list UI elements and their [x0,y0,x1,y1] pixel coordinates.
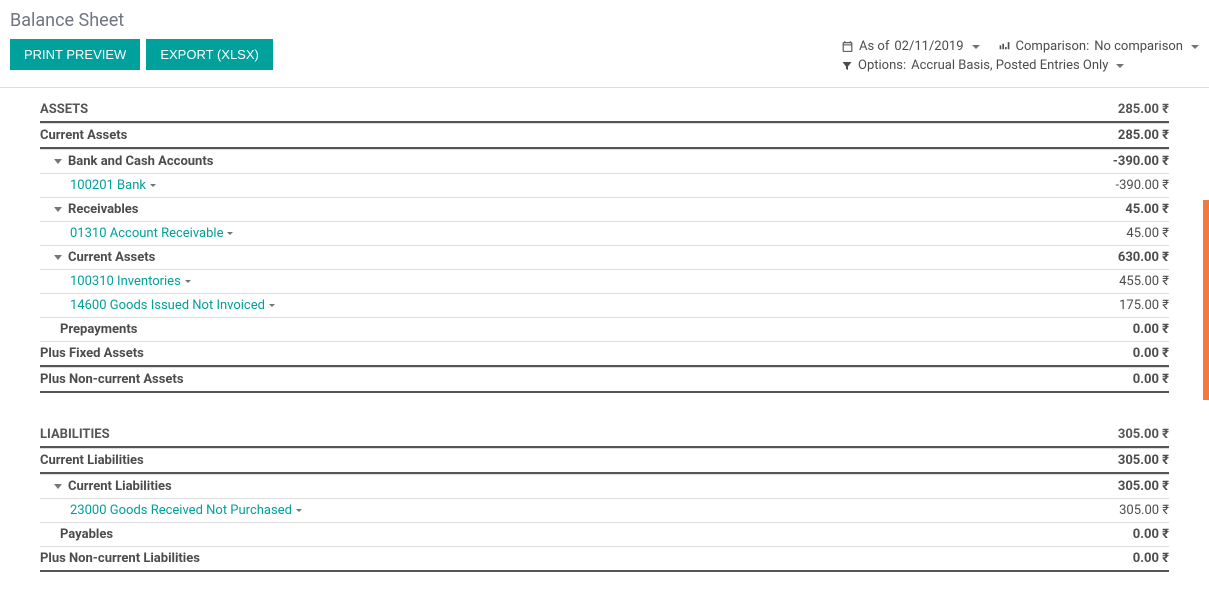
payables-row: Payables 0.00 ₹ [40,522,1169,546]
receivables-row[interactable]: Receivables 45.00 ₹ [40,197,1169,221]
inventories-value: 455.00 ₹ [1119,274,1169,289]
receivables-label: Receivables [68,202,138,217]
prepayments-label: Prepayments [40,322,137,337]
receivables-value: 45.00 ₹ [1125,202,1169,217]
payables-value: 0.00 ₹ [1133,527,1169,542]
bank-cash-label: Bank and Cash Accounts [68,154,213,169]
noncurrent-assets-row: Plus Non-current Assets 0.00 ₹ [40,367,1169,393]
bank-link[interactable]: 100201 Bank [70,178,146,193]
calendar-icon [841,39,854,54]
fixed-assets-row: Plus Fixed Assets 0.00 ₹ [40,341,1169,367]
options-filter[interactable]: Options: Accrual Basis, Posted Entries O… [841,58,1124,73]
asof-date: 02/11/2019 [894,39,963,54]
current-liab-group-label: Current Liabilities [68,479,172,494]
chevron-down-icon [1191,45,1199,49]
prepayments-value: 0.00 ₹ [1133,322,1169,337]
noncurrent-liab-value: 0.00 ₹ [1133,551,1169,566]
chevron-down-icon [227,232,233,235]
goods-received-row[interactable]: 23000 Goods Received Not Purchased 305.0… [40,498,1169,522]
chevron-down-icon [972,45,980,49]
comparison-prefix: Comparison: [1016,39,1090,54]
chevron-down-icon[interactable] [54,255,62,260]
inventories-row[interactable]: 100310 Inventories 455.00 ₹ [40,269,1169,293]
current-assets-header-row: Current Assets 285.00 ₹ [40,123,1169,149]
current-assets-group-label: Current Assets [68,250,155,265]
scrollbar-indicator[interactable] [1203,200,1209,400]
account-receivable-value: 45.00 ₹ [1126,226,1169,241]
export-xlsx-button[interactable]: EXPORT (XLSX) [146,39,273,70]
filters: As of 02/11/2019 Comparison: No comparis… [841,39,1199,77]
account-receivable-row[interactable]: 01310 Account Receivable 45.00 ₹ [40,221,1169,245]
chevron-down-icon [269,304,275,307]
goods-received-link[interactable]: 23000 Goods Received Not Purchased [70,503,292,518]
asof-prefix: As of [859,39,889,54]
chevron-down-icon[interactable] [54,484,62,489]
liabilities-value: 305.00 ₹ [1118,427,1169,442]
current-assets-value: 285.00 ₹ [1118,128,1169,143]
bank-value: -390.00 ₹ [1116,178,1170,193]
print-preview-button[interactable]: PRINT PREVIEW [10,39,140,70]
assets-value: 285.00 ₹ [1118,102,1169,117]
fixed-assets-label: Plus Fixed Assets [40,346,144,361]
button-group: PRINT PREVIEW EXPORT (XLSX) [10,39,273,70]
comparison-filter[interactable]: Comparison: No comparison [998,39,1199,54]
current-liab-header-value: 305.00 ₹ [1118,453,1169,468]
current-liab-group-row[interactable]: Current Liabilities 305.00 ₹ [40,474,1169,498]
filter-icon [841,58,853,73]
chevron-down-icon [296,509,302,512]
header: Balance Sheet PRINT PREVIEW EXPORT (XLSX… [0,0,1209,88]
chevron-down-icon[interactable] [54,159,62,164]
goods-received-value: 305.00 ₹ [1119,503,1169,518]
fixed-assets-value: 0.00 ₹ [1133,346,1169,361]
current-liab-header-label: Current Liabilities [40,453,144,468]
current-assets-group-value: 630.00 ₹ [1118,250,1169,265]
goods-issued-link[interactable]: 14600 Goods Issued Not Invoiced [70,298,265,313]
liabilities-label: LIABILITIES [40,427,110,442]
liabilities-header-row: LIABILITIES 305.00 ₹ [40,423,1169,448]
chevron-down-icon[interactable] [54,207,62,212]
spacer [40,393,1169,423]
chart-icon [998,39,1011,54]
chevron-down-icon [1116,64,1124,68]
prepayments-row: Prepayments 0.00 ₹ [40,317,1169,341]
noncurrent-assets-label: Plus Non-current Assets [40,372,184,387]
chevron-down-icon [150,184,156,187]
current-liab-group-value: 305.00 ₹ [1118,479,1169,494]
report-body: ASSETS 285.00 ₹ Current Assets 285.00 ₹ … [0,88,1209,592]
goods-issued-row[interactable]: 14600 Goods Issued Not Invoiced 175.00 ₹ [40,293,1169,317]
chevron-down-icon [185,280,191,283]
noncurrent-assets-value: 0.00 ₹ [1133,372,1169,387]
current-liab-header-row: Current Liabilities 305.00 ₹ [40,448,1169,474]
options-prefix: Options: [858,58,906,73]
asof-filter[interactable]: As of 02/11/2019 [841,39,980,54]
comparison-value: No comparison [1094,39,1183,54]
page-title: Balance Sheet [10,10,1199,31]
noncurrent-liab-label: Plus Non-current Liabilities [40,551,200,566]
assets-header-row: ASSETS 285.00 ₹ [40,98,1169,123]
current-assets-label: Current Assets [40,128,127,143]
inventories-link[interactable]: 100310 Inventories [70,274,181,289]
noncurrent-liab-row: Plus Non-current Liabilities 0.00 ₹ [40,546,1169,572]
payables-label: Payables [40,527,113,542]
goods-issued-value: 175.00 ₹ [1119,298,1169,313]
options-value: Accrual Basis, Posted Entries Only [911,58,1108,73]
bank-cash-value: -390.00 ₹ [1113,154,1169,169]
toolbar: PRINT PREVIEW EXPORT (XLSX) As of 02/11/… [10,39,1199,77]
bank-cash-row[interactable]: Bank and Cash Accounts -390.00 ₹ [40,149,1169,173]
assets-label: ASSETS [40,102,88,117]
bank-account-row[interactable]: 100201 Bank -390.00 ₹ [40,173,1169,197]
account-receivable-link[interactable]: 01310 Account Receivable [70,226,223,241]
current-assets-group-row[interactable]: Current Assets 630.00 ₹ [40,245,1169,269]
